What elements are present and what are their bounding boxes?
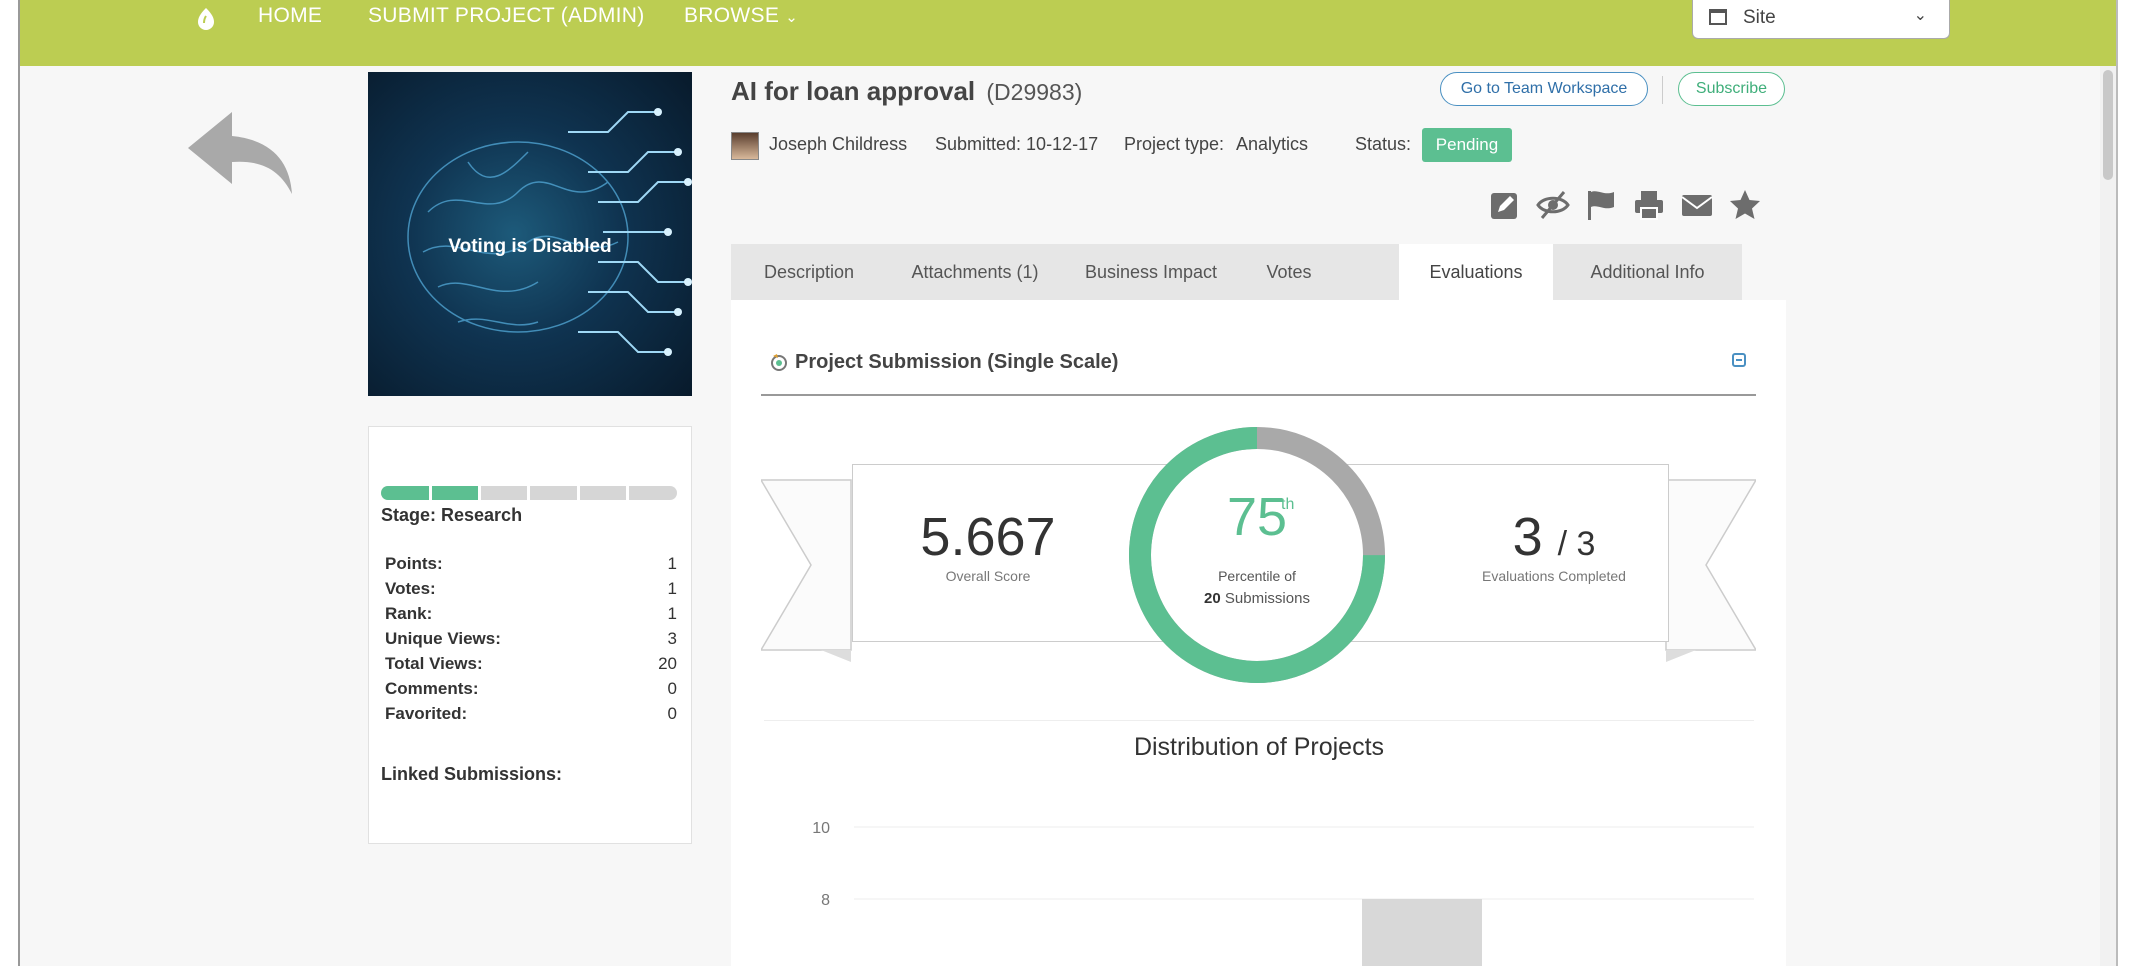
stat-row: Comments: 0 bbox=[385, 679, 677, 704]
overall-score-value: 5.667 bbox=[920, 507, 1056, 567]
chevron-down-icon: ⌄ bbox=[1913, 7, 1927, 24]
y-tick-label: 10 bbox=[812, 820, 830, 837]
stage-progress-bar bbox=[381, 486, 677, 500]
stat-value: 0 bbox=[667, 679, 677, 698]
action-toolbar bbox=[1488, 188, 1788, 222]
chart-bar bbox=[1362, 899, 1482, 966]
evaluations-panel: Project Submission (Single Scale) 5.667 … bbox=[731, 300, 1786, 966]
progress-divider bbox=[429, 486, 432, 500]
nav-home[interactable]: HOME bbox=[258, 4, 322, 28]
progress-divider bbox=[577, 486, 580, 500]
submissions-count: 20 bbox=[1204, 590, 1221, 607]
email-icon[interactable] bbox=[1680, 188, 1714, 222]
edit-icon[interactable] bbox=[1488, 188, 1522, 222]
percentile-suffix: th bbox=[1281, 496, 1295, 513]
back-arrow-icon[interactable] bbox=[182, 104, 302, 200]
logo-icon[interactable] bbox=[194, 6, 218, 32]
stat-label: Comments: bbox=[385, 679, 479, 698]
nav-submit-project[interactable]: SUBMIT PROJECT (ADMIN) bbox=[368, 4, 645, 28]
stat-label: Unique Views: bbox=[385, 629, 501, 648]
stat-label: Total Views: bbox=[385, 654, 483, 673]
tab-business-impact[interactable]: Business Impact bbox=[1063, 244, 1239, 300]
stat-value: 3 bbox=[667, 629, 677, 648]
stat-value: 1 bbox=[667, 554, 677, 573]
overall-score-label: Overall Score bbox=[945, 568, 1031, 584]
progress-divider bbox=[478, 486, 481, 500]
hide-icon[interactable] bbox=[1536, 188, 1570, 222]
voting-disabled-text: Voting is Disabled bbox=[448, 236, 612, 257]
subscribe-button[interactable]: Subscribe bbox=[1678, 72, 1785, 106]
progress-divider bbox=[626, 486, 629, 500]
tab-attachments[interactable]: Attachments (1) bbox=[887, 244, 1063, 300]
evaluations-completed-label: Evaluations Completed bbox=[1482, 568, 1626, 584]
stat-label: Rank: bbox=[385, 604, 433, 623]
progress-divider bbox=[527, 486, 530, 500]
project-type-link[interactable]: Analytics bbox=[1236, 134, 1308, 155]
nav-browse-label: BROWSE bbox=[684, 4, 780, 27]
project-stats-card: Stage: Research Points: 1 Votes: 1 Rank:… bbox=[368, 426, 692, 844]
percentile-donut bbox=[1129, 427, 1385, 683]
scrollbar-thumb[interactable] bbox=[2103, 70, 2113, 180]
evaluation-badge-icon bbox=[771, 354, 787, 371]
linked-submissions-label: Linked Submissions: bbox=[381, 764, 563, 784]
go-to-team-workspace-button[interactable]: Go to Team Workspace bbox=[1440, 72, 1648, 106]
distribution-chart: Distribution of Projects 10 8 bbox=[764, 720, 1754, 966]
print-icon[interactable] bbox=[1632, 188, 1666, 222]
submissions-count-line: 20 Submissions bbox=[1126, 590, 1388, 607]
percentile-label: Percentile of bbox=[1218, 568, 1296, 584]
status-badge: Pending bbox=[1422, 128, 1512, 162]
stat-row: Rank: 1 bbox=[385, 604, 677, 629]
top-navbar: HOME SUBMIT PROJECT (ADMIN) BROWSE ⌄ Sit… bbox=[20, 0, 2116, 66]
project-image: Voting is Disabled bbox=[368, 72, 692, 396]
project-tabs: Description Attachments (1) Business Imp… bbox=[731, 244, 1742, 300]
stat-label: Favorited: bbox=[385, 704, 468, 723]
project-id: (D29983) bbox=[986, 79, 1083, 105]
stat-label: Points: bbox=[385, 554, 443, 573]
panel-divider bbox=[761, 394, 1756, 396]
nav-browse[interactable]: BROWSE ⌄ bbox=[684, 4, 798, 28]
tab-description[interactable]: Description bbox=[731, 244, 887, 300]
stat-row: Votes: 1 bbox=[385, 579, 677, 604]
collapse-icon[interactable] bbox=[1732, 353, 1746, 367]
submitted-date: Submitted: 10-12-17 bbox=[935, 134, 1099, 154]
evaluations-total: / 3 bbox=[1557, 525, 1596, 563]
stat-row: Points: 1 bbox=[385, 554, 677, 579]
brain-circuit-graphic bbox=[407, 108, 692, 356]
distribution-chart-svg: 10 8 bbox=[812, 820, 1754, 966]
browser-frame: HOME SUBMIT PROJECT (ADMIN) BROWSE ⌄ Sit… bbox=[18, 0, 2118, 966]
percentile-value: 75 bbox=[1226, 487, 1288, 547]
tab-additional-info[interactable]: Additional Info bbox=[1553, 244, 1742, 300]
window-icon bbox=[1709, 9, 1727, 25]
stat-row: Unique Views: 3 bbox=[385, 629, 677, 654]
stage-label: Stage: Research bbox=[381, 505, 523, 525]
project-title-text: AI for loan approval bbox=[731, 76, 976, 106]
favorite-star-icon[interactable] bbox=[1728, 188, 1762, 222]
stat-value: 20 bbox=[658, 654, 677, 673]
site-select[interactable]: Site ⌄ bbox=[1692, 0, 1950, 39]
y-tick-label: 8 bbox=[821, 892, 830, 909]
stat-value: 1 bbox=[667, 579, 677, 598]
scrollbar-track[interactable] bbox=[2100, 66, 2116, 966]
tab-votes[interactable]: Votes bbox=[1239, 244, 1339, 300]
panel-title: Project Submission (Single Scale) bbox=[795, 351, 1119, 373]
stat-label: Votes: bbox=[385, 579, 436, 598]
chevron-down-icon: ⌄ bbox=[785, 9, 799, 26]
evaluations-done: 3 bbox=[1512, 507, 1543, 567]
stat-row: Total Views: 20 bbox=[385, 654, 677, 679]
site-select-value: Site bbox=[1743, 7, 1776, 28]
stat-value: 0 bbox=[667, 704, 677, 723]
project-type-label: Project type: bbox=[1124, 134, 1225, 154]
flag-icon[interactable] bbox=[1584, 188, 1618, 222]
evaluations-completed-value: 3 / 3 bbox=[1439, 506, 1669, 568]
tab-evaluations[interactable]: Evaluations bbox=[1399, 244, 1553, 300]
submissions-label: Submissions bbox=[1224, 590, 1310, 607]
author-avatar bbox=[731, 132, 759, 160]
status-label: Status: bbox=[1355, 134, 1412, 154]
author-link[interactable]: Joseph Childress bbox=[769, 134, 907, 155]
button-divider bbox=[1662, 76, 1663, 104]
stat-value: 1 bbox=[667, 604, 677, 623]
stat-row: Favorited: 0 bbox=[385, 704, 677, 729]
project-title: AI for loan approval (D29983) bbox=[731, 76, 1082, 107]
